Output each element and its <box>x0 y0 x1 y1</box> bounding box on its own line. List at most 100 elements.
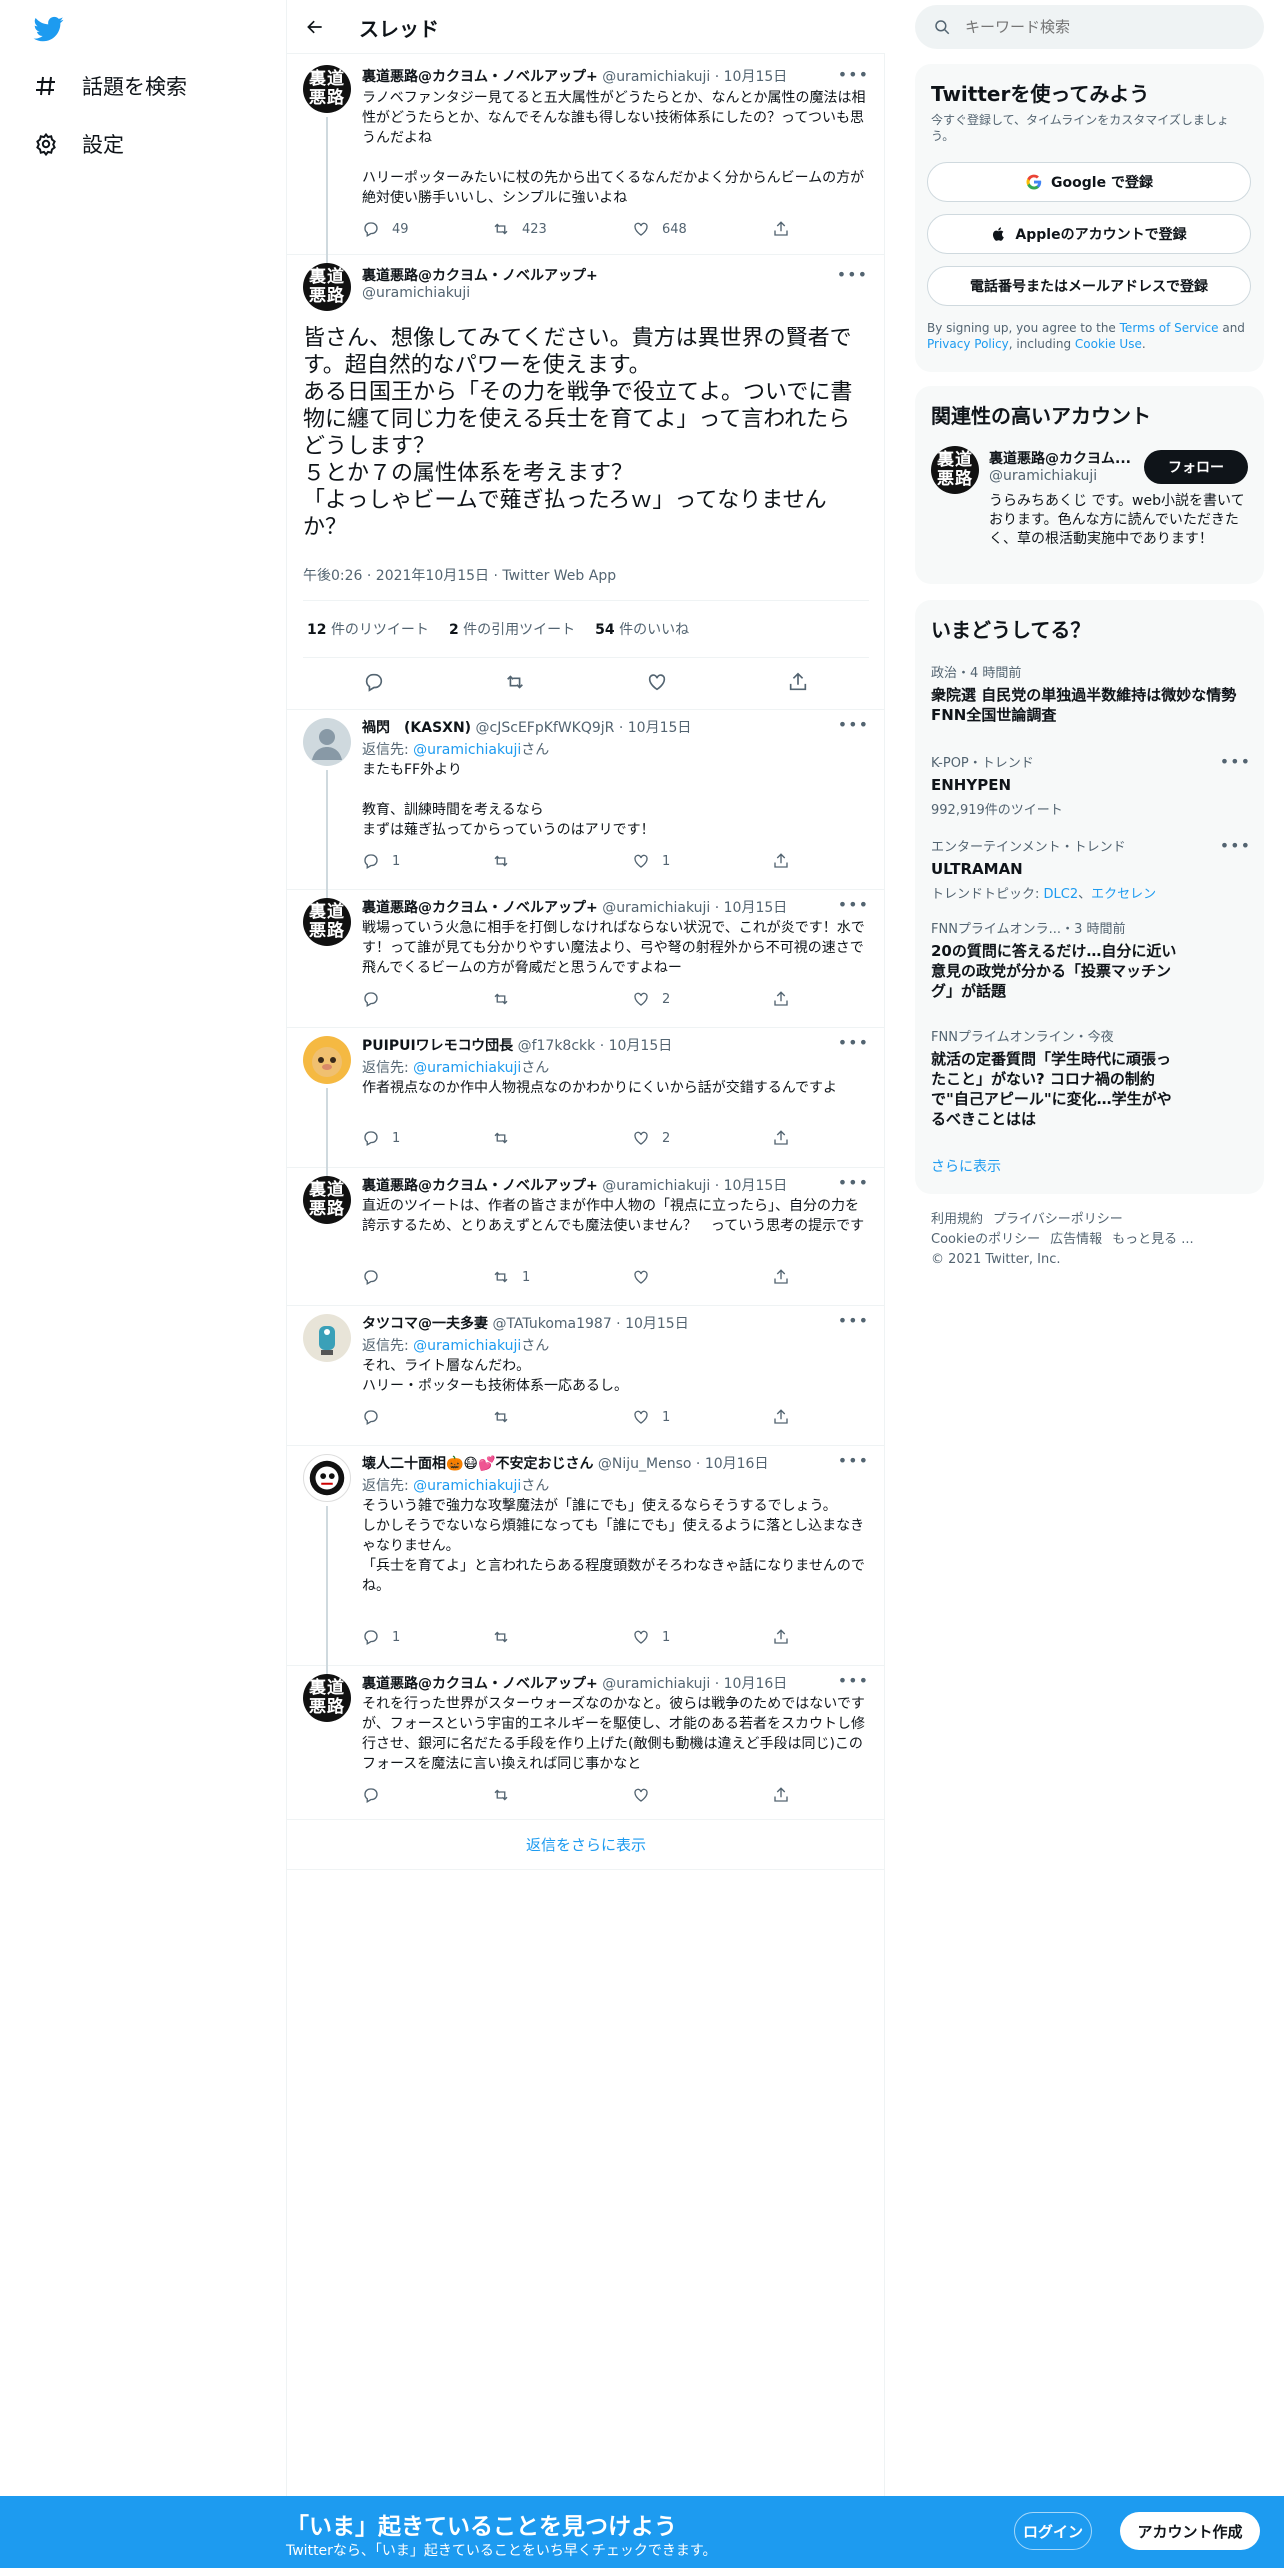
more-icon[interactable]: ••• <box>837 265 868 284</box>
avatar[interactable] <box>303 1314 351 1362</box>
signup-button[interactable]: アカウント作成 <box>1120 2512 1260 2550</box>
avatar[interactable] <box>303 1036 351 1084</box>
reply-button[interactable] <box>362 1268 392 1286</box>
share-button[interactable] <box>772 220 790 238</box>
retweet-button[interactable] <box>492 990 522 1008</box>
avatar[interactable]: 裏道 悪路 <box>303 1176 351 1224</box>
tweet-actions: 1 1 <box>362 1628 792 1648</box>
tweet-reply[interactable]: タツコマ@一夫多妻 @TATukoma1987 · 10月15日 ••• 返信先… <box>287 1306 885 1446</box>
reply-icon[interactable] <box>363 671 385 693</box>
nav-explore[interactable]: 話題を検索 <box>32 71 187 101</box>
tweet-reply[interactable]: PUIPUIワレモコウ団長 @f17k8ckk · 10月15日 ••• 返信先… <box>287 1028 885 1178</box>
phone-email-signup-button[interactable]: 電話番号またはメールアドレスで登録 <box>927 266 1251 306</box>
like-button[interactable]: 1 <box>632 1628 670 1646</box>
search-input[interactable] <box>965 18 1225 36</box>
share-icon <box>774 1629 788 1644</box>
avatar[interactable]: 裏道 悪路 <box>303 1674 351 1722</box>
share-button[interactable] <box>772 990 790 1008</box>
tweet-reply[interactable]: 裏道 悪路 裏道悪路@カクヨム・ノベルアップ+ @uramichiakuji · … <box>287 1168 885 1306</box>
show-more-replies-link[interactable]: 返信をさらに表示 <box>287 1820 885 1870</box>
retweet-button[interactable] <box>492 852 522 870</box>
author-name[interactable]: 裏道悪路@カクヨム・ノベルアップ+ <box>362 265 598 285</box>
search-bar[interactable] <box>915 5 1264 49</box>
news-item[interactable]: FNNプライムオンラ...・3 時間前 20の質問に答えるだけ…自分に近い意見の… <box>931 918 1251 1001</box>
show-more-trends-link[interactable]: さらに表示 <box>931 1156 1001 1176</box>
reply-button[interactable] <box>362 990 392 1008</box>
trend-item[interactable]: K-POP・トレンド ENHYPEN 992,919件のツイート ••• <box>931 752 1251 818</box>
quote-count[interactable]: 2 件の引用ツイート <box>449 619 575 639</box>
share-button[interactable] <box>772 1786 790 1804</box>
avatar[interactable] <box>303 718 351 766</box>
retweet-count[interactable]: 12 件のリツイート <box>307 619 429 639</box>
reply-button[interactable]: 1 <box>362 1129 400 1147</box>
like-button[interactable]: 1 <box>632 852 670 870</box>
cookie-link[interactable]: Cookie Use <box>1075 337 1142 351</box>
like-count[interactable]: 54 件のいいね <box>595 619 689 639</box>
tweet-parent[interactable]: 裏道 悪路 裏道悪路@カクヨム・ノベルアップ+ @uramichiakuji · … <box>287 55 885 267</box>
hashtag-icon <box>32 72 60 100</box>
retweet-button[interactable]: 423 <box>492 220 547 238</box>
related-handle[interactable]: @uramichiakuji <box>989 468 1097 484</box>
terms-link[interactable]: Terms of Service <box>1120 321 1219 335</box>
more-icon[interactable]: ••• <box>838 65 869 84</box>
more-icon[interactable]: ••• <box>838 1451 869 1470</box>
follow-button[interactable]: フォロー <box>1144 450 1248 484</box>
back-arrow-icon[interactable] <box>301 13 329 41</box>
trend-item[interactable]: 政治・4 時間前 衆院選 自民党の単独過半数維持は微妙な情勢 FNN全国世論調査 <box>931 662 1251 725</box>
more-icon[interactable]: ••• <box>1220 752 1251 771</box>
avatar[interactable]: 裏道 悪路 <box>303 898 351 946</box>
reply-button[interactable]: 1 <box>362 1628 400 1646</box>
like-button[interactable]: 1 <box>632 1408 670 1426</box>
like-button[interactable]: 2 <box>632 1129 670 1147</box>
retweet-button[interactable] <box>492 1786 522 1804</box>
more-icon[interactable]: ••• <box>838 895 869 914</box>
twitter-logo-icon[interactable] <box>32 14 68 44</box>
share-button[interactable] <box>772 1268 790 1286</box>
share-button[interactable] <box>772 1628 790 1646</box>
avatar[interactable]: 裏道 悪路 <box>303 263 351 311</box>
more-icon[interactable]: ••• <box>838 715 869 734</box>
more-icon[interactable]: ••• <box>838 1671 869 1690</box>
reply-button[interactable]: 1 <box>362 852 400 870</box>
tweet-reply[interactable]: 裏道 悪路 裏道悪路@カクヨム・ノベルアップ+ @uramichiakuji · … <box>287 890 885 1028</box>
more-icon[interactable]: ••• <box>1220 836 1251 855</box>
heart-icon[interactable] <box>646 671 668 693</box>
like-button[interactable] <box>632 1786 662 1804</box>
privacy-link[interactable]: Privacy Policy <box>927 337 1009 351</box>
avatar[interactable] <box>303 1454 351 1502</box>
tweet-timestamp[interactable]: 午後0:26 · 2021年10月15日 · Twitter Web App <box>303 565 616 585</box>
apple-signup-button[interactable]: Appleのアカウントで登録 <box>927 214 1251 254</box>
login-button[interactable]: ログイン <box>1014 2512 1092 2550</box>
like-button[interactable] <box>632 1268 662 1286</box>
share-button[interactable] <box>772 852 790 870</box>
more-icon[interactable]: ••• <box>838 1311 869 1330</box>
author-handle[interactable]: @uramichiakuji <box>362 285 470 301</box>
reply-button[interactable] <box>362 1408 392 1426</box>
reply-icon <box>364 1630 378 1645</box>
retweet-button[interactable] <box>492 1628 522 1646</box>
nav-settings[interactable]: 設定 <box>32 129 124 159</box>
share-button[interactable] <box>772 1129 790 1147</box>
tweet-reply[interactable]: 禍閃 (KASXN) @cJScEFpKfWKQ9jR · 10月15日 •••… <box>287 710 885 900</box>
share-icon[interactable] <box>787 671 809 693</box>
like-button[interactable]: 648 <box>632 220 687 238</box>
tweet-reply[interactable]: 壊人二十面相🎃😷💕不安定おじさん @Niju_Menso · 10月16日 ••… <box>287 1446 885 1676</box>
tweet-reply[interactable]: 裏道 悪路 裏道悪路@カクヨム・ノベルアップ+ @uramichiakuji · … <box>287 1666 885 1820</box>
retweet-button[interactable] <box>492 1129 522 1147</box>
related-name[interactable]: 裏道悪路@カクヨム... <box>989 448 1131 468</box>
like-button[interactable]: 2 <box>632 990 670 1008</box>
avatar[interactable]: 裏道 悪路 <box>303 65 351 113</box>
news-item[interactable]: FNNプライムオンライン・今夜 就活の定番質問「学生時代に頑張ったこと」がない?… <box>931 1026 1251 1129</box>
avatar[interactable]: 裏道 悪路 <box>931 446 979 494</box>
retweet-icon[interactable] <box>504 671 526 693</box>
share-button[interactable] <box>772 1408 790 1426</box>
retweet-button[interactable]: 1 <box>492 1268 530 1286</box>
trend-item[interactable]: エンターテインメント・トレンド ULTRAMAN トレンドトピック: DLC2、… <box>931 836 1251 902</box>
reply-button[interactable] <box>362 1786 392 1804</box>
google-signup-button[interactable]: Google で登録 <box>927 162 1251 202</box>
more-icon[interactable]: ••• <box>838 1173 869 1192</box>
retweet-button[interactable] <box>492 1408 522 1426</box>
trends-card: いまどうしてる？ 政治・4 時間前 衆院選 自民党の単独過半数維持は微妙な情勢 … <box>915 600 1264 1194</box>
more-icon[interactable]: ••• <box>838 1033 869 1052</box>
reply-button[interactable]: 49 <box>362 220 409 238</box>
